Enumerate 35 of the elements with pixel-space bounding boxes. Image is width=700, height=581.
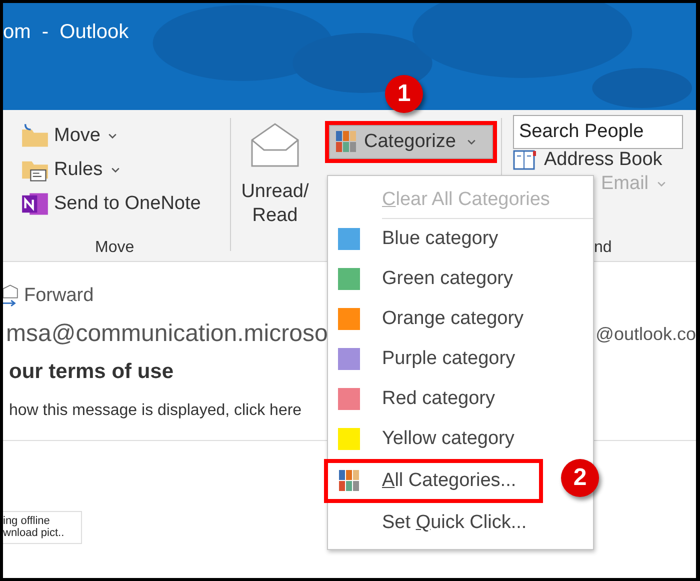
categories-icon [336,131,356,153]
categories-icon [339,470,359,492]
message-subject: our terms of use [8,360,175,384]
forward-button[interactable]: Forward [3,284,94,308]
envelope-icon [250,122,300,168]
step-number-badge: 2 [561,459,599,497]
ribbon-button[interactable]: Move [21,122,230,150]
window-title: om - Outlook [3,21,129,44]
address-book-button[interactable]: Address Book [513,149,696,171]
menu-item[interactable]: All Categories... [328,463,539,499]
menu-item[interactable]: Purple category [328,339,593,379]
menu-item[interactable]: Blue category [328,219,593,259]
categorize-button[interactable]: Categorize [329,125,493,159]
ribbon-button[interactable]: Send to OneNote [21,190,230,218]
book-icon [513,149,537,171]
group-label: nd [594,239,612,257]
ribbon-button[interactable]: Rules [21,156,230,184]
unread-read-button[interactable]: Unread/ Read [241,122,309,228]
caret-icon [466,139,476,145]
caret-icon [656,181,666,187]
placeholder-text: ing offline [3,515,51,527]
recipient-address: @outlook.co [596,323,696,346]
display-notice: how this message is displayed, click here [8,402,303,420]
menu-item[interactable]: Green category [328,259,593,299]
placeholder-text: wnload pict.. [3,527,66,539]
menu-item[interactable]: Red category [328,379,593,419]
sender-address: msa@communication.microso [5,320,328,348]
folder-icon [21,124,49,148]
onenote-icon [21,192,49,216]
menu-item[interactable]: Set Quick Click... [328,503,593,543]
search-field[interactable]: Search People [513,115,683,149]
menu-item[interactable]: Orange category [328,299,593,339]
group-label: Move [95,239,134,257]
forward-icon [3,284,21,308]
menu-item[interactable]: Yellow category [328,419,593,459]
